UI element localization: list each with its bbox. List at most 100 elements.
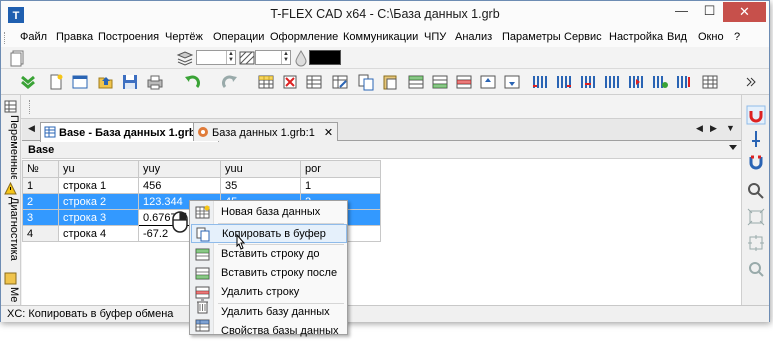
minimize-button[interactable]: —: [668, 2, 695, 22]
table-props-icon[interactable]: [305, 73, 323, 91]
accept-icon[interactable]: [19, 73, 37, 91]
menu-item-database-properties[interactable]: Свойства базы данных: [191, 316, 347, 337]
menu-file[interactable]: Файл: [20, 31, 47, 43]
column-insert-left-icon[interactable]: [531, 73, 549, 91]
column-delete-icon[interactable]: [579, 73, 597, 91]
redo-icon[interactable]: [221, 73, 239, 91]
copy-table-icon[interactable]: [357, 73, 375, 91]
menu-service[interactable]: Сервис: [564, 31, 602, 43]
hatch-icon[interactable]: [238, 49, 256, 67]
open-icon[interactable]: [97, 73, 115, 91]
table-cell[interactable]: строка 2: [58, 193, 139, 210]
menu-help[interactable]: ?: [734, 31, 740, 43]
column-header[interactable]: №: [22, 160, 59, 178]
level-select[interactable]: ▲ ▼: [255, 50, 291, 65]
menu-analysis[interactable]: Анализ: [455, 31, 492, 43]
insert-row-before-icon: [195, 248, 210, 261]
toolbar-grip: [29, 100, 32, 114]
column-header[interactable]: por: [300, 160, 381, 178]
table-cell[interactable]: строка 1: [58, 177, 139, 194]
menu-construct[interactable]: Построения: [98, 31, 159, 43]
row-up-icon[interactable]: [479, 73, 497, 91]
save-icon[interactable]: [121, 73, 139, 91]
print-icon[interactable]: [146, 73, 164, 91]
menu-cnc[interactable]: ЧПУ: [424, 31, 446, 43]
menu-item-copy-to-buffer[interactable]: Копировать в буфер: [191, 224, 347, 243]
chevron-down-icon[interactable]: [729, 145, 737, 150]
window-title: T-FLEX CAD x64 - C:\База данных 1.grb: [270, 7, 500, 21]
menu-view[interactable]: Вид: [667, 31, 687, 43]
table-row[interactable]: 1 строка 1 456 35 1: [22, 177, 381, 194]
row-number[interactable]: 4: [22, 225, 59, 242]
fit-all-icon[interactable]: [746, 233, 766, 253]
layer-select[interactable]: ▲ ▼: [196, 50, 236, 65]
tab-variables[interactable]: Переменные: [3, 99, 20, 179]
tab-close-icon[interactable]: ✕: [324, 127, 333, 139]
menu-settings[interactable]: Настройка: [609, 31, 663, 43]
menu-communications[interactable]: Коммуникации: [343, 31, 418, 43]
tab-database-file-label: База данных 1.grb:1: [212, 127, 315, 139]
table-delete-icon[interactable]: [281, 73, 299, 91]
menu-drawing[interactable]: Чертёж: [165, 31, 203, 43]
insert-row-before-tb-icon[interactable]: [407, 73, 425, 91]
row-number[interactable]: 1: [22, 177, 59, 194]
column-left-icon[interactable]: [603, 73, 621, 91]
table-new-icon[interactable]: [257, 73, 275, 91]
menu-window[interactable]: Окно: [698, 31, 724, 43]
database-selector[interactable]: Base: [22, 142, 741, 159]
tab-diagnostics[interactable]: Диагностика: [3, 181, 20, 269]
tab-list-menu[interactable]: ▼: [726, 123, 735, 133]
new-file-icon[interactable]: [47, 73, 65, 91]
table-cell[interactable]: строка 4: [58, 225, 139, 242]
table-cell[interactable]: 456: [138, 177, 221, 194]
menu-design[interactable]: Оформление: [270, 31, 338, 43]
fit-window-icon[interactable]: [746, 207, 766, 227]
page-icon[interactable]: [9, 49, 27, 67]
tab-menu[interactable]: Мен: [3, 271, 20, 303]
zoom-region-icon[interactable]: [746, 259, 766, 279]
menu-parameters[interactable]: Параметры: [502, 31, 561, 43]
tab-nav-right[interactable]: ▶: [710, 123, 717, 134]
table-edit-icon[interactable]: [331, 73, 349, 91]
row-number[interactable]: 2: [22, 193, 59, 210]
row-down-icon[interactable]: [503, 73, 521, 91]
snap-magnet-icon[interactable]: [746, 105, 766, 125]
mouse-cursor-icon: [236, 234, 246, 250]
magnet-icon[interactable]: [746, 153, 766, 173]
row-number[interactable]: 3: [22, 209, 59, 226]
insert-row-after-tb-icon[interactable]: [431, 73, 449, 91]
column-header[interactable]: yuy: [138, 160, 221, 178]
menu-edit[interactable]: Правка: [56, 31, 93, 43]
undo-icon[interactable]: [183, 73, 201, 91]
pin-icon[interactable]: [746, 129, 766, 149]
database-name: Base: [28, 144, 55, 156]
menu-item-insert-row-before[interactable]: Вставить строку до: [191, 245, 347, 264]
zoom-icon[interactable]: [746, 181, 766, 201]
menu-item-insert-row-after[interactable]: Вставить строку после: [191, 264, 347, 283]
column-right-icon[interactable]: [627, 73, 645, 91]
layers-icon[interactable]: [176, 49, 194, 67]
color-drop-icon[interactable]: [292, 49, 310, 67]
menu-item-delete-database[interactable]: Удалить базу данных: [191, 297, 347, 318]
maximize-button[interactable]: ☐: [696, 2, 723, 22]
window-icon[interactable]: [71, 73, 89, 91]
column-insert-right-icon[interactable]: [555, 73, 573, 91]
menu-operations[interactable]: Операции: [213, 31, 264, 43]
tab-nav-left[interactable]: ◀: [28, 123, 35, 134]
table-cell[interactable]: строка 3: [58, 209, 139, 226]
expand-toolbar-icon[interactable]: [701, 73, 719, 91]
toolbar-more-icon[interactable]: [741, 73, 759, 91]
close-button[interactable]: ✕: [723, 2, 766, 22]
column-header[interactable]: yuu: [220, 160, 301, 178]
paste-table-icon[interactable]: [381, 73, 399, 91]
delete-row-tb-icon[interactable]: [455, 73, 473, 91]
menu-item-new-database[interactable]: Новая база данных: [191, 203, 347, 222]
table-cell[interactable]: 1: [300, 177, 381, 194]
color-swatch[interactable]: [309, 50, 341, 65]
column-props-icon[interactable]: [651, 73, 669, 91]
tab-database-file[interactable]: База данных 1.grb:1 ✕: [193, 122, 339, 141]
column-header[interactable]: yu: [58, 160, 139, 178]
column-sort-icon[interactable]: [675, 73, 693, 91]
tab-nav-left-end[interactable]: ◀: [696, 123, 703, 134]
table-cell[interactable]: 35: [220, 177, 301, 194]
